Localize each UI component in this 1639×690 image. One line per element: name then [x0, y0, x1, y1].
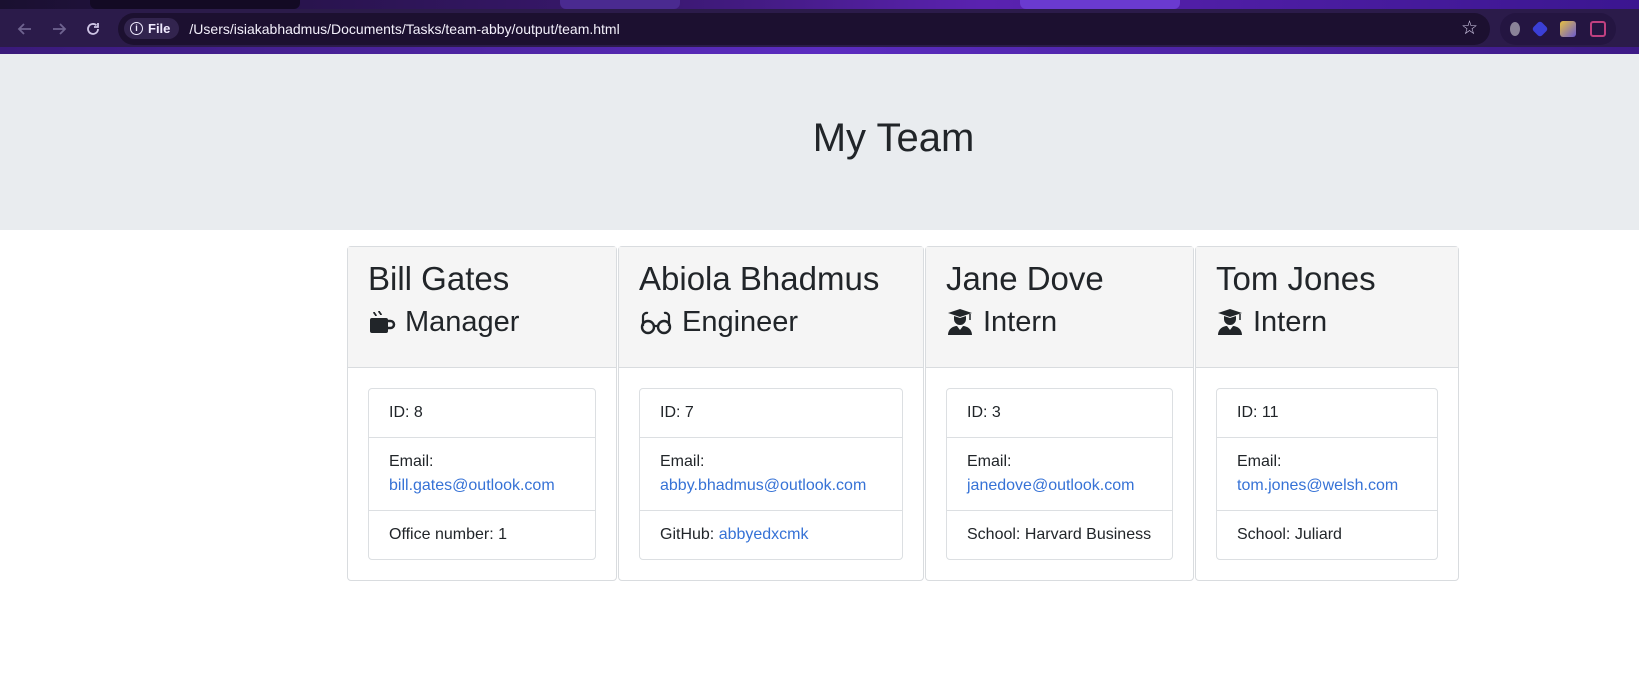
email-item: Email: tom.jones@welsh.com: [1217, 438, 1437, 511]
id-item: ID: 8: [369, 389, 595, 438]
id-item: ID: 7: [640, 389, 902, 438]
extensions-area: [1500, 12, 1616, 45]
card-header: Jane Dove Intern: [926, 247, 1193, 368]
employee-name: Bill Gates: [368, 260, 510, 297]
github-link[interactable]: abbyedxcmk: [719, 526, 809, 543]
page-title: My Team: [812, 115, 975, 160]
reload-icon: [87, 22, 99, 35]
extra-text: School: Juliard: [1237, 526, 1342, 543]
info-icon: i: [130, 22, 143, 35]
role-label: Intern: [1253, 306, 1328, 338]
details-list: ID: 3 Email: janedove@outlook.com School…: [946, 388, 1173, 560]
employee-role: Manager: [368, 305, 596, 339]
arrow-left-icon: [17, 22, 31, 35]
employee-role: Engineer: [639, 305, 903, 339]
card-header: Bill Gates Manager: [348, 247, 616, 368]
graduate-icon: [946, 308, 974, 336]
email-link[interactable]: tom.jones@welsh.com: [1237, 477, 1398, 494]
employee-role: Intern: [1216, 305, 1438, 339]
email-label: Email:: [967, 453, 1012, 470]
role-label: Engineer: [682, 306, 799, 338]
card-header: Tom Jones Intern: [1196, 247, 1458, 368]
role-label: Intern: [983, 306, 1058, 338]
extra-text: Office number: 1: [389, 526, 507, 543]
employee-card: Abiola Bhadmus Engineer ID: 7 Email: abb…: [618, 246, 924, 581]
header-jumbotron: My Team: [0, 54, 1639, 230]
extra-item: Office number: 1: [369, 511, 595, 559]
details-list: ID: 7 Email: abby.bhadmus@outlook.com Gi…: [639, 388, 903, 560]
card-body: ID: 8 Email: bill.gates@outlook.com Offi…: [348, 368, 616, 580]
email-item: Email: bill.gates@outlook.com: [369, 438, 595, 511]
email-item: Email: abby.bhadmus@outlook.com: [640, 438, 902, 511]
email-link[interactable]: janedove@outlook.com: [967, 477, 1134, 494]
extra-text: GitHub:: [660, 526, 719, 543]
bookmark-star-icon[interactable]: ☆: [1461, 17, 1478, 40]
tab-strip: [0, 0, 1639, 9]
graduate-icon: [1216, 308, 1244, 336]
extension-icon[interactable]: [1510, 21, 1520, 36]
card-body: ID: 11 Email: tom.jones@welsh.com School…: [1196, 368, 1458, 580]
forward-button[interactable]: [42, 12, 76, 46]
arrow-right-icon: [53, 22, 67, 35]
employee-card: Bill Gates Manager ID: 8 Email: bill.gat…: [347, 246, 617, 581]
role-label: Manager: [405, 306, 520, 338]
extra-text: School: Harvard Business: [967, 526, 1152, 543]
employee-name: Tom Jones: [1216, 260, 1376, 297]
glasses-icon: [639, 308, 673, 336]
email-link[interactable]: bill.gates@outlook.com: [389, 477, 555, 494]
email-item: Email: janedove@outlook.com: [947, 438, 1172, 511]
id-item: ID: 11: [1217, 389, 1437, 438]
email-label: Email:: [389, 453, 434, 470]
employee-card: Tom Jones Intern ID: 11 Email: tom.jones…: [1195, 246, 1459, 581]
reload-button[interactable]: [76, 12, 110, 46]
card-body: ID: 7 Email: abby.bhadmus@outlook.com Gi…: [619, 368, 923, 580]
url-text[interactable]: /Users/isiakabhadmus/Documents/Tasks/tea…: [189, 21, 1461, 37]
extension-icon[interactable]: [1590, 20, 1606, 37]
email-label: Email:: [660, 453, 705, 470]
site-info-chip[interactable]: i File: [124, 18, 180, 39]
mug-icon: [368, 308, 396, 336]
extra-item: School: Juliard: [1217, 511, 1437, 559]
extra-item: School: Harvard Business: [947, 511, 1172, 559]
back-button[interactable]: [8, 12, 42, 46]
card-body: ID: 3 Email: janedove@outlook.com School…: [926, 368, 1193, 580]
details-list: ID: 11 Email: tom.jones@welsh.com School…: [1216, 388, 1438, 560]
extension-icon[interactable]: [1560, 20, 1576, 37]
address-bar[interactable]: i File /Users/isiakabhadmus/Documents/Ta…: [118, 12, 1490, 45]
details-list: ID: 8 Email: bill.gates@outlook.com Offi…: [368, 388, 596, 560]
file-chip-label: File: [148, 21, 171, 36]
card-header: Abiola Bhadmus Engineer: [619, 247, 923, 368]
employee-name: Abiola Bhadmus: [639, 260, 880, 297]
extra-item: GitHub: abbyedxcmk: [640, 511, 902, 559]
email-link[interactable]: abby.bhadmus@outlook.com: [660, 477, 866, 494]
employee-card: Jane Dove Intern ID: 3 Email: janedove@o…: [925, 246, 1194, 581]
extension-icon[interactable]: [1531, 20, 1549, 37]
browser-toolbar: i File /Users/isiakabhadmus/Documents/Ta…: [0, 9, 1639, 54]
team-cards: Bill Gates Manager ID: 8 Email: bill.gat…: [347, 246, 1639, 581]
email-label: Email:: [1237, 453, 1282, 470]
id-item: ID: 3: [947, 389, 1172, 438]
employee-role: Intern: [946, 305, 1173, 339]
employee-name: Jane Dove: [946, 260, 1104, 297]
